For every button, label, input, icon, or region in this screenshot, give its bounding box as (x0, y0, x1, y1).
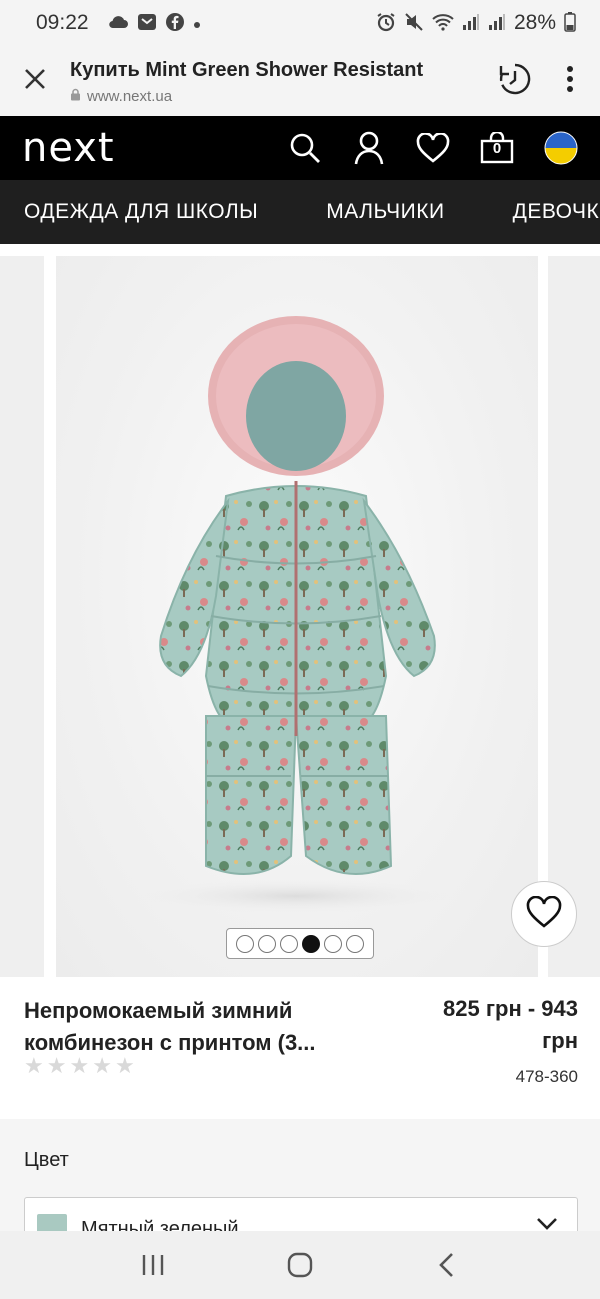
product-code: 478-360 (515, 1067, 578, 1086)
gallery-dot[interactable] (258, 934, 276, 953)
heart-icon[interactable] (416, 131, 450, 165)
next-image-preview[interactable] (548, 256, 600, 977)
product-info: Непромокаемый зимний комбинезон с принто… (0, 977, 600, 1119)
wifi-icon (432, 13, 454, 34)
next-logo[interactable]: next (22, 125, 115, 171)
mute-icon (404, 12, 424, 35)
account-icon[interactable] (352, 131, 386, 165)
dot-icon (193, 14, 201, 32)
url-text: www.next.ua (87, 88, 173, 105)
bag-count: 0 (492, 140, 502, 157)
ukraine-flag-icon[interactable] (544, 131, 578, 165)
lock-icon (70, 88, 81, 105)
product-name-line1: Непромокаемый зимний (24, 998, 293, 1023)
status-bar: 09:22 28% (0, 0, 600, 46)
rating-stars: ★ ★ ★ ★ ★ (24, 1053, 135, 1079)
close-tab-button[interactable] (0, 46, 70, 116)
gallery-dot[interactable] (236, 934, 254, 953)
recents-icon[interactable] (128, 1240, 178, 1290)
category-nav: ОДЕЖДА ДЛЯ ШКОЛЫ МАЛЬЧИКИ ДЕВОЧКИ (0, 180, 600, 244)
facebook-icon (165, 12, 185, 35)
heart-icon (526, 895, 562, 933)
battery-icon (564, 11, 576, 35)
search-icon[interactable] (288, 131, 322, 165)
add-to-wishlist-button[interactable] (511, 881, 577, 947)
browser-url[interactable]: www.next.ua (70, 88, 498, 105)
gallery-dot[interactable] (346, 934, 364, 953)
browser-toolbar: Купить Mint Green Shower Resistant www.n… (0, 46, 600, 116)
browser-page-title: Купить Mint Green Shower Resistant (70, 59, 424, 81)
product-gallery[interactable] (0, 244, 600, 977)
cloud-icon (107, 14, 129, 33)
browser-title-area: Купить Mint Green Shower Resistant www.n… (70, 57, 498, 105)
gallery-dot-active[interactable] (302, 934, 320, 953)
product-name: Непромокаемый зимний комбинезон с принто… (24, 995, 384, 1059)
color-label: Цвет (24, 1149, 69, 1171)
status-time: 09:22 (36, 11, 89, 34)
star-icon: ★ (46, 1053, 67, 1078)
price-line1: 825 грн - 943 (443, 996, 578, 1021)
star-icon: ★ (92, 1053, 112, 1078)
star-icon: ★ (24, 1053, 44, 1078)
mail-icon (137, 13, 157, 34)
gallery-dot[interactable] (280, 934, 298, 953)
alarm-icon (376, 12, 396, 35)
price-line2: грн (542, 1028, 578, 1053)
site-header: next 0 (0, 116, 600, 180)
bag-icon[interactable]: 0 (480, 131, 514, 165)
battery-percent: 28% (513, 11, 556, 34)
category-boys[interactable]: МАЛЬЧИКИ (292, 200, 468, 224)
product-price: 825 грн - 943 грн (378, 993, 578, 1057)
category-girls[interactable]: ДЕВОЧКИ (479, 200, 600, 224)
home-icon[interactable] (275, 1240, 325, 1290)
snowsuit-image[interactable] (56, 256, 538, 977)
gallery-pagination (226, 928, 374, 959)
prev-image-preview[interactable] (0, 256, 44, 977)
history-icon[interactable] (498, 62, 532, 101)
more-vert-icon[interactable] (566, 65, 574, 97)
page: 09:22 28% Купить Mint Green Shower Resis… (0, 0, 600, 1299)
gallery-dot[interactable] (324, 934, 342, 953)
signal-icon (488, 13, 506, 34)
category-school[interactable]: ОДЕЖДА ДЛЯ ШКОЛЫ (0, 200, 282, 224)
star-icon: ★ (69, 1053, 90, 1078)
android-nav-bar (0, 1231, 600, 1299)
color-section: Цвет Мятный зеленый (0, 1119, 600, 1257)
star-icon: ★ (114, 1053, 135, 1078)
close-icon (24, 68, 46, 95)
signal-icon (462, 13, 480, 34)
back-icon[interactable] (422, 1240, 472, 1290)
